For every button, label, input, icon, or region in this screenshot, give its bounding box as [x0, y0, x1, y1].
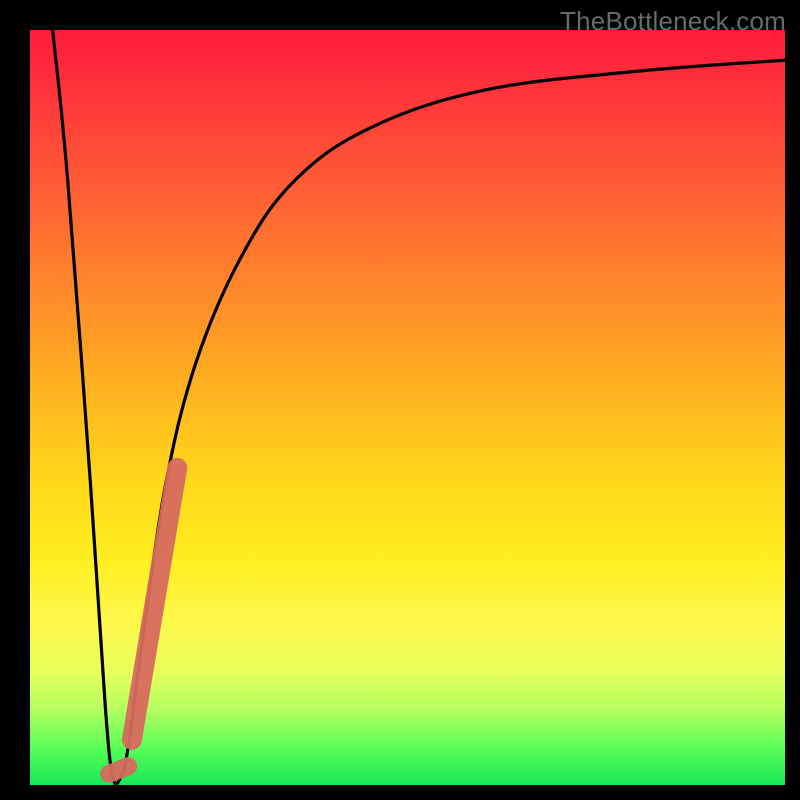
plot-area	[30, 30, 785, 785]
highlight-segment	[132, 468, 177, 740]
highlight-flat	[109, 766, 128, 774]
watermark-text: TheBottleneck.com	[560, 6, 786, 37]
chart-svg	[30, 30, 785, 785]
bottleneck-curve	[53, 30, 785, 784]
chart-stage: TheBottleneck.com	[0, 0, 800, 800]
